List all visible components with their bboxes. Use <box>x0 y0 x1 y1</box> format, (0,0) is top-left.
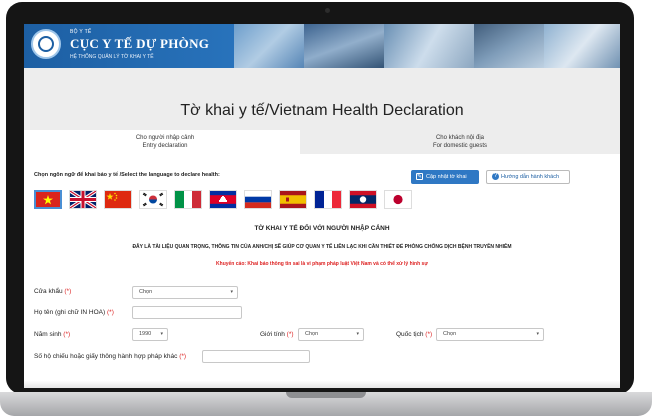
required-mark: (*) <box>286 331 294 338</box>
uk-flag-icon[interactable] <box>69 190 97 209</box>
title-band <box>24 68 620 130</box>
form-warning: Khuyến cáo: Khai báo thông tin sai là vi… <box>216 261 428 267</box>
ministry-name: BỘ Y TẾ <box>70 29 92 35</box>
chevron-down-icon: ▾ <box>230 289 233 295</box>
laptop-notch <box>286 392 366 398</box>
full-name-label-text: Họ tên (ghi chữ IN HOA) <box>34 309 106 316</box>
passport-input[interactable] <box>202 350 310 363</box>
required-mark: (*) <box>179 353 187 360</box>
tab-entry-sublabel: Entry declaration <box>142 143 188 149</box>
chevron-down-icon: ▾ <box>356 331 359 337</box>
china-flag-icon[interactable] <box>104 190 132 209</box>
border-gate-label: Cửa khẩu (*) <box>34 288 71 295</box>
nationality-label: Quốc tịch (*) <box>396 331 432 338</box>
camera-dot <box>325 8 330 13</box>
site-header: BỘ Y TẾ CỤC Y TẾ DỰ PHÒNG HỆ THỐNG QUẢN … <box>24 24 620 68</box>
nationality-select[interactable]: Chọn ▾ <box>436 328 544 341</box>
tab-entry-declaration[interactable]: Cho người nhập cảnh Entry declaration <box>30 130 300 154</box>
passport-label: Số hộ chiếu hoặc giấy thông hành hợp phá… <box>34 353 186 360</box>
page-title: Tờ khai y tế/Vietnam Health Declaration <box>180 102 464 119</box>
border-gate-value: Chọn <box>139 289 153 295</box>
chevron-down-icon: ▾ <box>536 331 539 337</box>
gender-select[interactable]: Chọn ▾ <box>298 328 364 341</box>
form-continuation <box>24 380 620 388</box>
russia-flag-icon[interactable] <box>244 190 272 209</box>
spain-flag-icon[interactable] <box>279 190 307 209</box>
birth-year-label: Năm sinh (*) <box>34 331 70 338</box>
form-note: ĐÂY LÀ TÀI LIỆU QUAN TRỌNG, THÔNG TIN CỦ… <box>132 244 512 250</box>
border-gate-select[interactable]: Chọn ▾ <box>132 286 238 299</box>
italy-flag-icon[interactable] <box>174 190 202 209</box>
update-declaration-label: Cập nhật tờ khai <box>426 174 467 180</box>
language-prompt: Chọn ngôn ngữ để khai báo y tế /Select t… <box>34 172 220 178</box>
tab-domestic-guests[interactable]: Cho khách nội địa For domestic guests <box>300 130 620 154</box>
birth-year-value: 1990 <box>139 331 152 337</box>
gender-value: Chọn <box>305 331 319 337</box>
tab-domestic-sublabel: For domestic guests <box>432 143 488 149</box>
full-name-label: Họ tên (ghi chữ IN HOA) (*) <box>34 309 114 316</box>
help-icon: ? <box>492 173 499 180</box>
korea-flag-icon[interactable] <box>139 190 167 209</box>
vietnam-flag-icon[interactable] <box>34 190 62 209</box>
system-name: HỆ THỐNG QUẢN LÝ TỜ KHAI Y TẾ <box>70 54 154 60</box>
birth-year-select[interactable]: 1990 ▾ <box>132 328 168 341</box>
france-flag-icon[interactable] <box>314 190 342 209</box>
tab-domestic-label: Cho khách nội địa <box>435 135 485 141</box>
full-name-input[interactable] <box>132 306 242 319</box>
required-mark: (*) <box>425 331 433 338</box>
passenger-guide-label: Hướng dẫn hành khách <box>501 174 560 180</box>
edit-icon: ✎ <box>416 173 423 180</box>
required-mark: (*) <box>64 288 72 295</box>
border-gate-label-text: Cửa khẩu <box>34 288 63 295</box>
required-mark: (*) <box>107 309 114 316</box>
ministry-logo-icon <box>31 29 61 59</box>
gender-label: Giới tính (*) <box>260 331 294 338</box>
required-mark: (*) <box>63 331 71 338</box>
passenger-guide-button[interactable]: ? Hướng dẫn hành khách <box>486 170 570 184</box>
gender-label-text: Giới tính <box>260 331 285 338</box>
nationality-value: Chọn <box>443 331 457 337</box>
browser-screen: BỘ Y TẾ CỤC Y TẾ DỰ PHÒNG HỆ THỐNG QUẢN … <box>24 24 620 388</box>
chevron-down-icon: ▾ <box>160 331 163 337</box>
birth-year-label-text: Năm sinh <box>34 331 62 338</box>
form-title: TỜ KHAI Y TẾ ĐỐI VỚI NGƯỜI NHẬP CẢNH <box>254 225 390 232</box>
nationality-label-text: Quốc tịch <box>396 331 424 338</box>
japan-flag-icon[interactable] <box>384 190 412 209</box>
passport-label-text: Số hộ chiếu hoặc giấy thông hành hợp phá… <box>34 353 178 360</box>
update-declaration-button[interactable]: ✎ Cập nhật tờ khai <box>411 170 479 184</box>
header-photo-strip <box>234 24 620 68</box>
laos-flag-icon[interactable] <box>349 190 377 209</box>
agency-name: CỤC Y TẾ DỰ PHÒNG <box>70 36 210 51</box>
cambodia-flag-icon[interactable] <box>209 190 237 209</box>
laptop-frame: BỘ Y TẾ CỤC Y TẾ DỰ PHÒNG HỆ THỐNG QUẢN … <box>0 0 652 416</box>
tab-entry-label: Cho người nhập cảnh <box>135 135 195 141</box>
